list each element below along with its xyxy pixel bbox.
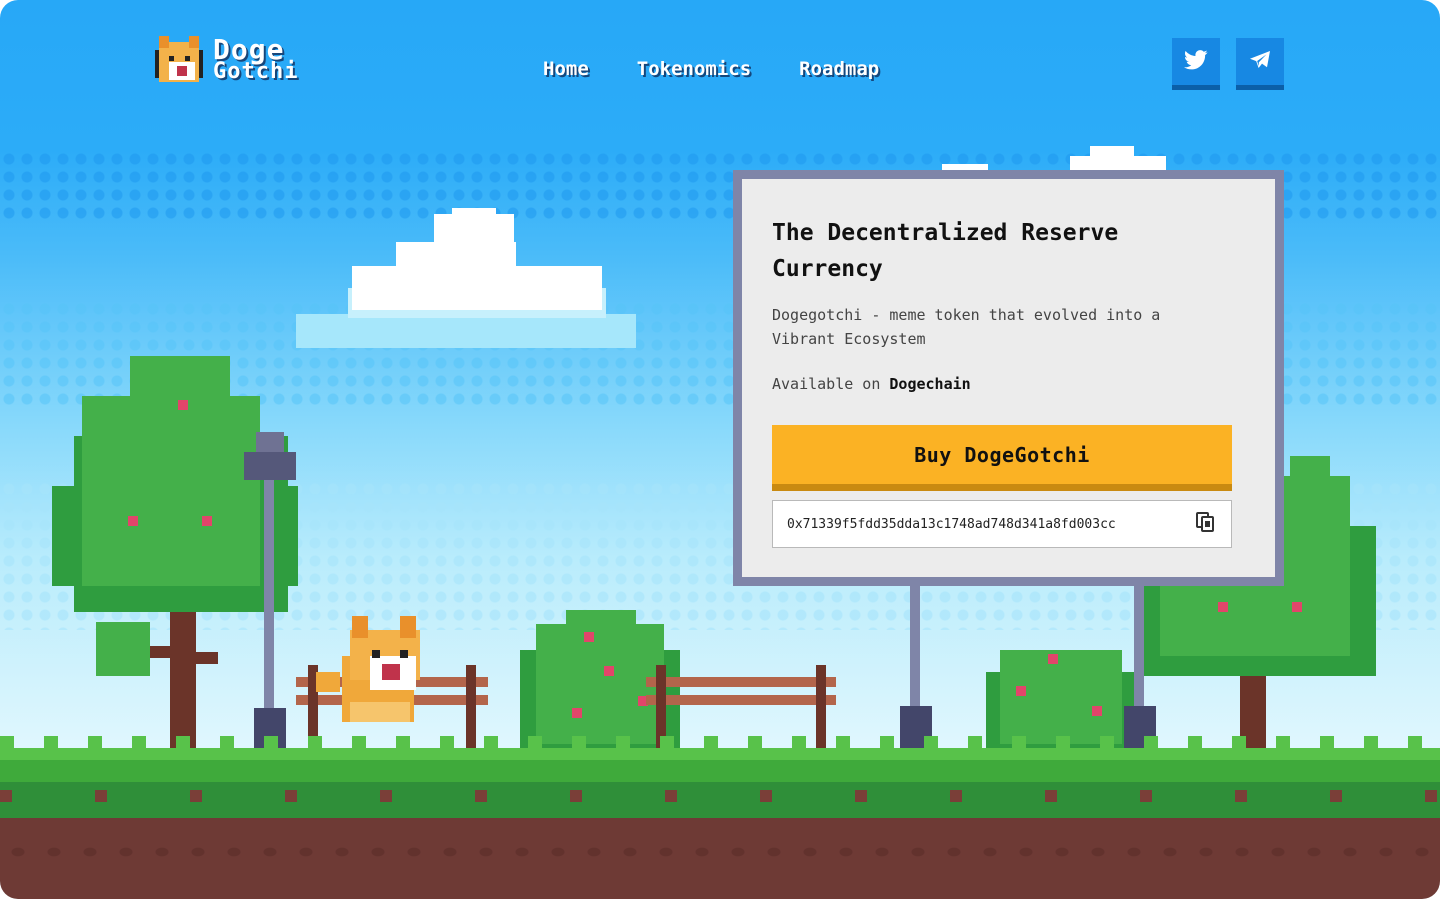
lamp-post: [244, 432, 296, 750]
doge-character: [316, 616, 420, 722]
logo-text: Doge Gotchi: [213, 33, 299, 84]
buy-button[interactable]: Buy DogeGotchi: [772, 425, 1232, 491]
availability-text: Available on Dogechain: [772, 375, 1245, 393]
nav-home[interactable]: Home: [543, 58, 589, 80]
hero-card: The Decentralized Reserve Currency Dogeg…: [742, 179, 1275, 577]
logo-line-2: Gotchi: [213, 59, 299, 84]
billboard-post-left: [910, 586, 920, 710]
chain-name: Dogechain: [889, 375, 971, 393]
nav-tokenomics[interactable]: Tokenomics: [637, 58, 751, 80]
contract-address[interactable]: 0x71339f5fdd35dda13c1748ad748d341a8fd003…: [787, 517, 1193, 532]
availability-prefix: Available on: [772, 375, 890, 393]
hero-title: The Decentralized Reserve Currency: [772, 220, 1119, 282]
contract-address-box: 0x71339f5fdd35dda13c1748ad748d341a8fd003…: [772, 500, 1232, 548]
hero-description: Dogegotchi - meme token that evolved int…: [772, 306, 1161, 348]
main-nav: Home Tokenomics Roadmap: [543, 58, 879, 80]
doge-logo-icon: [155, 36, 203, 86]
ground-grass-shade: [0, 760, 1440, 782]
header: Doge Gotchi Home Tokenomics Roadmap: [0, 0, 1440, 120]
copy-icon: [1194, 511, 1216, 537]
logo-line-1: Doge: [213, 33, 285, 66]
telegram-icon: [1249, 50, 1271, 74]
copy-button[interactable]: [1193, 512, 1217, 536]
page-frame: Doge Gotchi Home Tokenomics Roadmap The …: [0, 0, 1440, 899]
cloud-left: [296, 208, 636, 348]
twitter-button[interactable]: [1172, 38, 1220, 90]
twitter-icon: [1184, 49, 1208, 74]
nav-roadmap[interactable]: Roadmap: [799, 58, 879, 80]
billboard: The Decentralized Reserve Currency Dogeg…: [733, 170, 1284, 586]
billboard-post-right: [1134, 586, 1144, 710]
ground-dirt-specks: [0, 790, 1440, 802]
telegram-button[interactable]: [1236, 38, 1284, 90]
logo[interactable]: Doge Gotchi: [155, 36, 298, 86]
bush-right: [986, 642, 1136, 750]
ground-dirt-pattern: [0, 840, 1440, 864]
